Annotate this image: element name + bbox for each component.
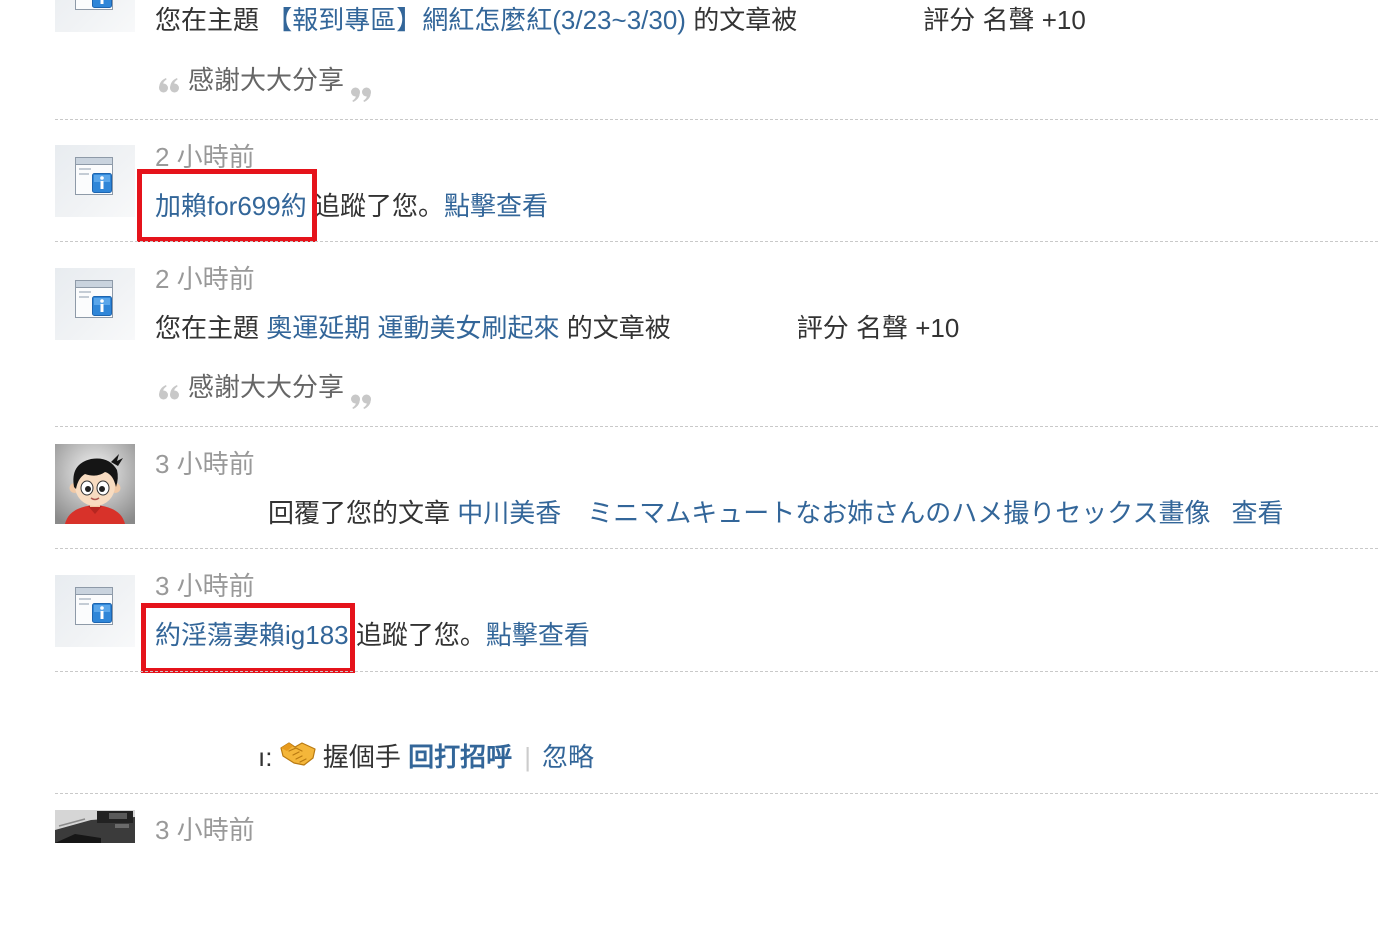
rater-placeholder [671,336,797,337]
notice-text: 您在主題 【報到專區】網紅怎麼紅(3/23~3/30) 的文章被 評分 名聲 +1… [155,5,1086,35]
notice-prefix: 您在主題 [155,5,260,35]
poke-text: 握個手 [322,742,401,772]
notice-action: 回覆了您的文章 [268,498,451,528]
rating-type: 名聲 [982,5,1035,35]
follower-user-link[interactable]: 約淫蕩妻賴ig183 [155,620,349,650]
rating-reason-text: 感謝大大分享 [188,372,345,402]
view-link[interactable]: 點擊查看 [444,191,548,221]
rating-label: 評分 [796,313,849,343]
open-quote-icon [158,69,180,99]
thread-link[interactable]: 【報到專區】網紅怎麼紅(3/23~3/30) [266,5,686,35]
divider [55,241,1378,242]
poke-row: ı: 握個手 回打招呼 | 忽略 [258,742,594,772]
notice-time: 3 小時前 [155,571,255,601]
open-quote-icon [158,376,180,406]
rater-placeholder [797,28,923,29]
notice-time: 2 小時前 [155,264,255,294]
notice-text: 回覆了您的文章 中川美香 ミニマムキュートなお姉さんのハメ撮りセックス畫像 查看 [268,498,1284,528]
system-notice-icon [55,575,135,647]
notice-suffix: 的文章被 [693,5,798,35]
system-notice-icon [55,268,135,340]
thread-link[interactable]: 中川美香 ミニマムキュートなお姉さんのハメ撮りセックス畫像 [457,498,1210,528]
notice-time: 3 小時前 [155,449,255,479]
user-fragment: ı: [258,742,273,772]
user-avatar[interactable] [55,810,135,843]
rating-value: +10 [915,313,960,343]
view-link[interactable]: 查看 [1231,498,1283,528]
handshake-icon [280,739,316,773]
rating-reason: 感謝大大分享 [158,372,372,409]
user-avatar[interactable] [55,444,135,524]
divider [55,426,1378,427]
notice-text: 您在主題 奧運延期 運動美女刷起來 的文章被 評分 名聲 +10 [155,313,959,343]
rating-label: 評分 [923,5,976,35]
ignore-link[interactable]: 忽略 [542,742,594,772]
divider [55,119,1378,120]
notice-prefix: 您在主題 [155,313,260,343]
notice-time: 3 小時前 [155,815,255,845]
notice-text: 約淫蕩妻賴ig183 追蹤了您。點擊查看 [155,620,590,650]
divider [55,793,1378,794]
rating-type: 名聲 [855,313,908,343]
divider [55,671,1378,672]
notice-suffix: 的文章被 [566,313,671,343]
thread-link[interactable]: 奧運延期 運動美女刷起來 [266,313,559,343]
close-quote-icon [350,79,372,109]
notice-text: 加賴for699約 追蹤了您。點擊查看 [155,191,548,221]
system-notice-icon [55,145,135,217]
close-quote-icon [350,386,372,416]
rating-reason: 感謝大大分享 [158,65,372,102]
view-link[interactable]: 點擊查看 [486,620,590,650]
rating-reason-text: 感謝大大分享 [188,65,345,95]
divider [55,548,1378,549]
notice-action: 追蹤了您。 [355,620,486,650]
notice-time: 2 小時前 [155,142,255,172]
poke-back-link[interactable]: 回打招呼 [408,742,512,772]
link-separator: | [524,742,531,772]
system-notice-icon [55,0,135,32]
follower-user-link[interactable]: 加賴for699約 [155,191,307,221]
rating-value: +10 [1041,5,1086,35]
notice-action: 追蹤了您。 [313,191,444,221]
